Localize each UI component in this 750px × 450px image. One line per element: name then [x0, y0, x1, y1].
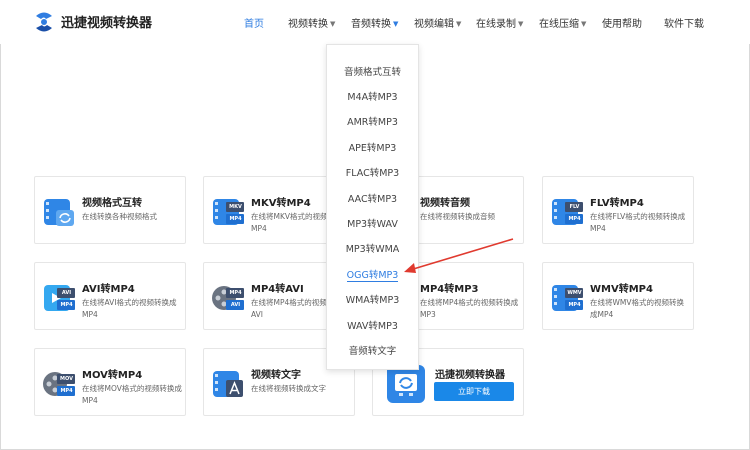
caret-down-icon: ▼: [393, 20, 399, 28]
card-title: MP4转AVI: [251, 284, 304, 295]
badge-top: MKV: [229, 204, 242, 210]
badge-top: FLV: [569, 204, 580, 210]
nav-video-edit[interactable]: 视频编辑 ▼: [414, 15, 461, 30]
dropdown-item-mp3-wav[interactable]: MP3转WAV: [327, 216, 418, 230]
card-flv-to-mp4[interactable]: FLV MP4 FLV转MP4 在线将FLV格式的视频转换成MP4: [542, 176, 694, 244]
badge-top: WMV: [567, 290, 582, 296]
caret-down-icon: ▼: [518, 20, 524, 28]
nav-online-record-label: 在线录制: [476, 19, 516, 30]
badge-bottom: MP4: [568, 216, 581, 222]
nav-home[interactable]: 首页: [244, 15, 264, 30]
badge-top: MP4: [229, 290, 242, 296]
dropdown-item-label: 音频转文字: [348, 346, 397, 357]
dropdown-item-ogg-mp3[interactable]: OGG转MP3: [327, 267, 418, 282]
badge-bottom: MP4: [229, 216, 242, 222]
nav-video-edit-label: 视频编辑: [414, 19, 454, 30]
card-desc: 在线将视频转换成音频: [420, 212, 495, 221]
card-desc: 在线将AVI格式的视频转换成MP4: [82, 298, 177, 319]
dropdown-item-amr-mp3[interactable]: AMR转MP3: [327, 114, 418, 128]
card-desc: 在线将MOV格式的视频转换成MP4: [82, 384, 182, 405]
badge-top: AVI: [61, 290, 72, 296]
badge-bottom: MP4: [60, 302, 73, 308]
dropdown-item-label: APE转MP3: [348, 143, 397, 154]
card-title: 视频格式互转: [82, 198, 142, 209]
dropdown-item-label: FLAC转MP3: [345, 168, 400, 179]
card-title: MOV转MP4: [82, 370, 143, 381]
top-navbar: 迅捷视频转换器 首页 视频转换 ▼ 音频转换 ▼ 视频编辑 ▼ 在线录制 ▼ 在线压缩 ▼…: [0, 0, 750, 44]
nav-audio-convert[interactable]: 音频转换 ▼: [351, 15, 398, 30]
dropdown-item-label: AAC转MP3: [347, 194, 398, 205]
dropdown-item-wav-mp3[interactable]: WAV转MP3: [327, 318, 418, 332]
wmv-mp4-icon: [552, 285, 583, 311]
dropdown-item-audio-to-text[interactable]: 音频转文字: [327, 343, 418, 357]
card-wmv-to-mp4[interactable]: WMV MP4 WMV转MP4 在线将WMV格式的视频转换成MP4: [542, 262, 694, 330]
card-desc: 在线转换各种视频格式: [82, 212, 157, 221]
badge-top: MOV: [60, 376, 73, 382]
card-title: AVI转MP4: [82, 284, 135, 295]
badge-bottom: MP4: [60, 388, 73, 394]
nav-download-label: 软件下载: [664, 19, 704, 30]
badge-bottom: MP4: [568, 302, 581, 308]
dropdown-item-label: OGG转MP3: [346, 270, 399, 282]
caret-down-icon: ▼: [581, 20, 587, 28]
caret-down-icon: ▼: [330, 20, 336, 28]
avi-mp4-icon: [44, 285, 75, 311]
video-text-icon: [213, 371, 243, 397]
dropdown-item-wma-mp3[interactable]: WMA转MP3: [327, 292, 418, 306]
card-desc: 在线将视频转换成文字: [251, 384, 326, 393]
nav-video-convert[interactable]: 视频转换 ▼: [288, 15, 335, 30]
dropdown-item-aac-mp3[interactable]: AAC转MP3: [327, 191, 418, 205]
nav-audio-convert-label: 音频转换: [351, 19, 391, 30]
nav-online-compress[interactable]: 在线压缩 ▼: [539, 15, 586, 30]
flv-mp4-icon: [552, 199, 583, 225]
card-title: FLV转MP4: [590, 198, 644, 209]
dropdown-item-label: M4A转MP3: [347, 92, 398, 103]
app-logo-icon[interactable]: [32, 10, 56, 34]
dropdown-item-audio-format[interactable]: 音频格式互转: [327, 64, 418, 78]
card-title: 视频转文字: [251, 370, 301, 381]
card-title: 视频转音频: [420, 198, 470, 209]
mkv-mp4-icon: [213, 199, 244, 225]
nav-video-convert-label: 视频转换: [288, 19, 328, 30]
card-desc: 在线将MP4格式的视频转换成MP3: [420, 298, 519, 319]
dropdown-item-ape-mp3[interactable]: APE转MP3: [327, 140, 418, 154]
dropdown-item-label: 音频格式互转: [343, 67, 401, 78]
card-avi-to-mp4[interactable]: AVI MP4 AVI转MP4 在线将AVI格式的视频转换成MP4: [34, 262, 186, 330]
download-card-title: 迅捷视频转换器: [435, 370, 505, 381]
nav-download[interactable]: 软件下载: [664, 15, 704, 30]
card-title: MKV转MP4: [251, 198, 311, 209]
dropdown-item-label: WAV转MP3: [347, 321, 398, 332]
caret-down-icon: ▼: [456, 20, 462, 28]
dropdown-item-label: WMA转MP3: [345, 295, 400, 306]
audio-convert-dropdown: 音频格式互转 M4A转MP3 AMR转MP3 APE转MP3 FLAC转MP3 …: [326, 44, 419, 370]
dropdown-item-flac-mp3[interactable]: FLAC转MP3: [327, 165, 418, 179]
dropdown-item-mp3-wma[interactable]: MP3转WMA: [327, 241, 418, 255]
mp4-avi-icon: [212, 286, 244, 310]
dropdown-item-label: MP3转WMA: [345, 244, 400, 255]
card-desc: 在线将WMV格式的视频转换成MP4: [590, 298, 685, 319]
card-video-format-convert[interactable]: 视频格式互转 在线转换各种视频格式: [34, 176, 186, 244]
badge-bottom: AVI: [230, 302, 241, 308]
nav-help-label: 使用帮助: [602, 19, 642, 30]
card-title: WMV转MP4: [590, 284, 653, 295]
brand-name[interactable]: 迅捷视频转换器: [61, 12, 152, 31]
card-desc: 在线将FLV格式的视频转换成MP4: [590, 212, 686, 233]
nav-online-record[interactable]: 在线录制 ▼: [476, 15, 523, 30]
download-now-button[interactable]: 立即下载: [434, 382, 514, 401]
nav-help[interactable]: 使用帮助: [602, 15, 642, 30]
card-mov-to-mp4[interactable]: MOV MP4 MOV转MP4 在线将MOV格式的视频转换成MP4: [34, 348, 186, 416]
card-title: MP4转MP3: [420, 284, 479, 295]
dropdown-item-label: MP3转WAV: [347, 219, 398, 230]
nav-home-label: 首页: [244, 19, 264, 30]
nav-online-compress-label: 在线压缩: [539, 19, 579, 30]
video-convert-icon: [44, 199, 74, 226]
dropdown-item-label: AMR转MP3: [347, 117, 398, 128]
mov-mp4-icon: [43, 372, 75, 396]
dropdown-item-m4a-mp3[interactable]: M4A转MP3: [327, 89, 418, 103]
